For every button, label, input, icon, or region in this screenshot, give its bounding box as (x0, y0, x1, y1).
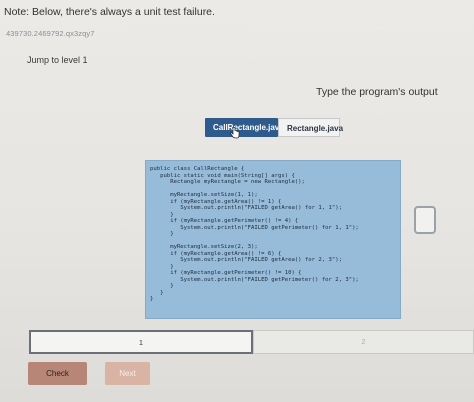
level-progress: 1 2 (29, 330, 474, 354)
instruction-note: Note: Below, there's always a unit test … (4, 6, 215, 18)
question-prompt: Type the program's output (316, 86, 438, 98)
jump-to-level-link[interactable]: Jump to level 1 (27, 55, 88, 65)
code-panel: public class CallRectangle { public stat… (145, 160, 401, 319)
tab-callrectangle[interactable]: CallRectangle.java (205, 118, 284, 137)
level-2-segment[interactable]: 2 (253, 330, 474, 354)
next-button[interactable]: Next (105, 362, 150, 385)
check-button[interactable]: Check (28, 362, 87, 385)
level-1-segment[interactable]: 1 (29, 330, 253, 354)
output-answer-box[interactable] (414, 206, 436, 234)
file-tabs: CallRectangle.java Rectangle.java (205, 118, 343, 137)
hand-pointer-icon (230, 126, 240, 139)
activity-id: 439730.2469792.qx3zqy7 (6, 29, 95, 38)
code-listing: public class CallRectangle { public stat… (150, 166, 359, 302)
tab-rectangle[interactable]: Rectangle.java (278, 118, 343, 137)
